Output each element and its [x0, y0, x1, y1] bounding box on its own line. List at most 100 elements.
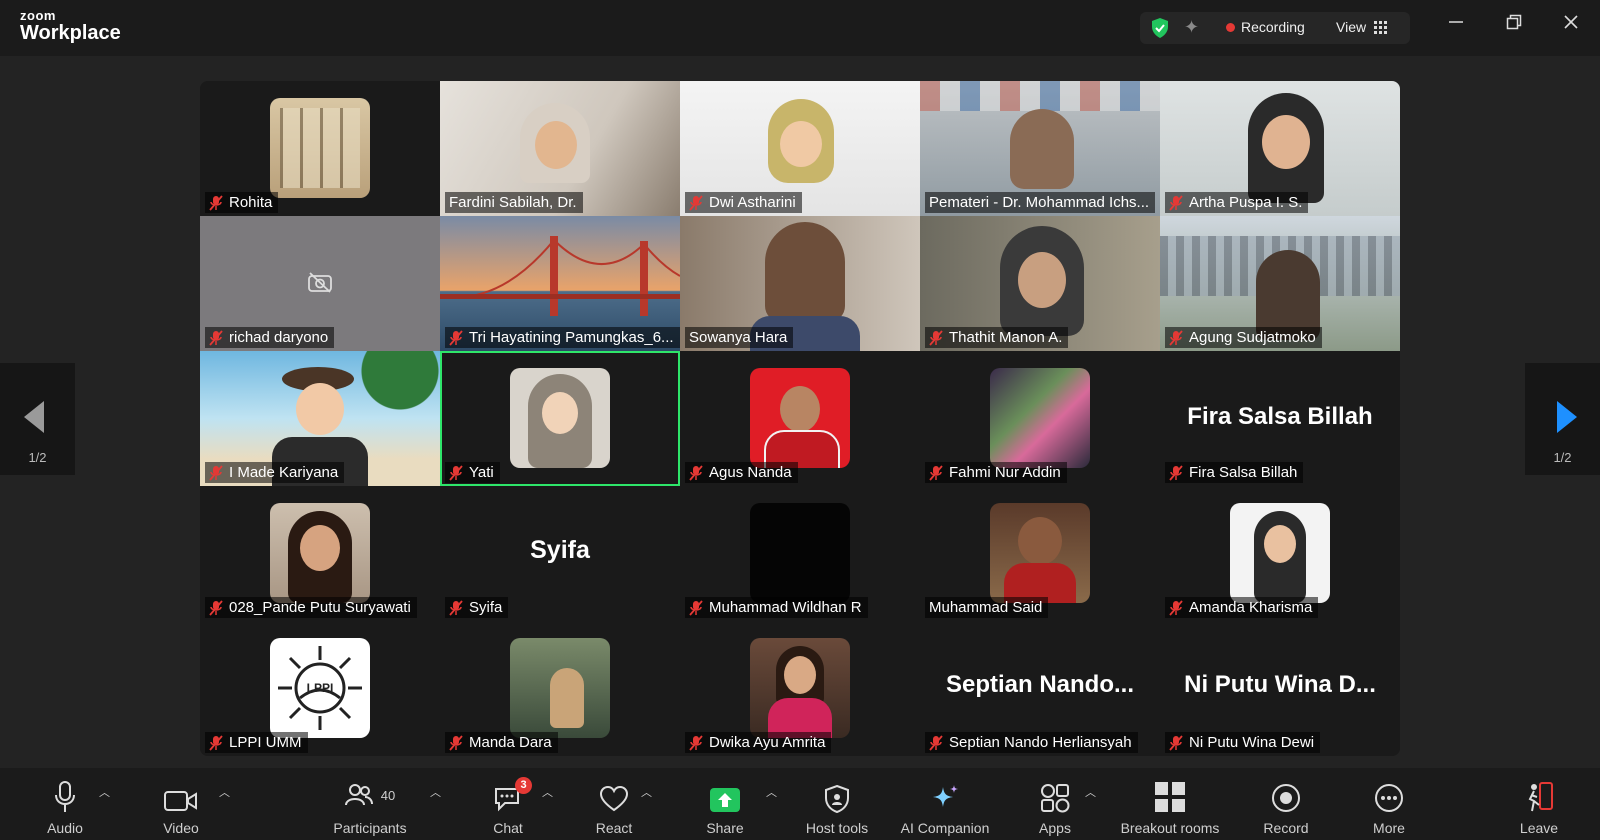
close-icon[interactable] — [1563, 14, 1579, 35]
recording-dot-icon — [1226, 22, 1235, 32]
participant-display-name: Ni Putu Wina D... — [1184, 671, 1376, 698]
apps-options-chevron-up-icon[interactable]: ︿ — [1085, 784, 1096, 800]
mic-muted-icon — [1169, 464, 1183, 481]
arrow-left-icon — [24, 401, 44, 433]
react-label: React — [595, 820, 633, 836]
participant-tile[interactable]: Tri Hayatining Pamungkas_6... — [440, 216, 680, 351]
video-camera-icon — [164, 791, 197, 811]
zoom-logo: zoom Workplace — [20, 9, 121, 43]
ai-companion-sparkle-icon — [933, 785, 958, 807]
apps-button[interactable]: Apps — [1024, 768, 1086, 840]
participant-tile[interactable]: Agus Nanda — [680, 351, 920, 486]
participant-avatar: LPPI — [270, 638, 370, 738]
mic-muted-icon — [449, 599, 463, 616]
participant-name-tag: Syifa — [445, 597, 509, 618]
record-button[interactable]: Record — [1255, 768, 1317, 840]
participant-name-tag: Dwi Astharini — [685, 192, 802, 213]
participant-name: Artha Puspa I. S. — [1189, 194, 1303, 211]
participant-tile[interactable]: Fardini Sabilah, Dr. — [440, 81, 680, 216]
mic-muted-icon — [449, 329, 463, 346]
audio-options-chevron-up-icon[interactable]: ︿ — [99, 784, 110, 800]
participant-name: Agus Nanda — [709, 464, 792, 481]
more-button[interactable]: More — [1358, 768, 1420, 840]
participant-tile[interactable]: LPPI LPPI UMM — [200, 621, 440, 756]
participant-tile[interactable]: I Made Kariyana — [200, 351, 440, 486]
restore-icon[interactable] — [1506, 14, 1522, 35]
participant-name: Thathit Manon A. — [949, 329, 1063, 346]
participant-tile[interactable]: Manda Dara — [440, 621, 680, 756]
leave-door-icon — [1528, 782, 1553, 812]
leave-meeting-button[interactable]: Leave — [1508, 768, 1570, 840]
view-button[interactable]: View — [1336, 19, 1388, 35]
participant-tile[interactable]: Muhammad Said — [920, 486, 1160, 621]
participant-tile[interactable]: Dwi Astharini — [680, 81, 920, 216]
minimize-icon[interactable] — [1448, 14, 1464, 35]
participant-tile[interactable]: Syifa Syifa — [440, 486, 680, 621]
participant-avatar — [270, 98, 370, 198]
ai-companion-button[interactable]: AI Companion — [893, 768, 997, 840]
participant-tile[interactable]: Pemateri - Dr. Mohammad Ichs... — [920, 81, 1160, 216]
participant-tile[interactable]: Amanda Kharisma — [1160, 486, 1400, 621]
participant-tile[interactable]: Sowanya Hara — [680, 216, 920, 351]
participant-tile-active-speaker[interactable]: Yati — [440, 351, 680, 486]
participant-tile[interactable]: Septian Nando... Septian Nando Herliansy… — [920, 621, 1160, 756]
participants-icon — [344, 784, 373, 806]
mic-muted-icon — [1169, 734, 1183, 751]
participant-name: Fardini Sabilah, Dr. — [449, 194, 577, 211]
host-tools-button[interactable]: Host tools — [796, 768, 878, 840]
participant-tile[interactable]: Rohita — [200, 81, 440, 216]
more-ellipsis-icon — [1375, 784, 1403, 812]
participant-tile[interactable]: Fahmi Nur Addin — [920, 351, 1160, 486]
audio-button[interactable]: Audio — [34, 768, 96, 840]
participant-name: Dwika Ayu Amrita — [709, 734, 826, 751]
video-options-chevron-up-icon[interactable]: ︿ — [219, 784, 230, 800]
recording-label: Recording — [1241, 19, 1305, 35]
chat-button[interactable]: 3 Chat — [477, 768, 539, 840]
participant-name-tag: Manda Dara — [445, 732, 558, 753]
participants-count: 40 — [380, 787, 396, 803]
participant-name: Septian Nando Herliansyah — [949, 734, 1132, 751]
participant-tile[interactable]: Dwika Ayu Amrita — [680, 621, 920, 756]
share-label: Share — [706, 820, 744, 836]
apps-grid-icon — [1041, 784, 1070, 813]
leave-label: Leave — [1519, 820, 1559, 836]
participants-button[interactable]: 40 Participants — [326, 768, 414, 840]
participant-tile[interactable]: Ni Putu Wina D... Ni Putu Wina Dewi — [1160, 621, 1400, 756]
participant-avatar — [750, 638, 850, 738]
arrow-right-icon — [1557, 401, 1577, 433]
mic-muted-icon — [209, 734, 223, 751]
participant-name: Fahmi Nur Addin — [949, 464, 1061, 481]
mic-muted-icon — [1169, 329, 1183, 346]
participant-avatar — [990, 503, 1090, 603]
participant-name-tag: Amanda Kharisma — [1165, 597, 1319, 618]
participant-name: Ni Putu Wina Dewi — [1189, 734, 1315, 751]
participant-name: I Made Kariyana — [229, 464, 339, 481]
previous-page-button[interactable]: 1/2 — [0, 363, 75, 475]
share-screen-icon — [710, 788, 740, 812]
participants-options-chevron-up-icon[interactable]: ︿ — [430, 784, 441, 800]
participant-tile[interactable]: Fira Salsa Billah Fira Salsa Billah — [1160, 351, 1400, 486]
chat-options-chevron-up-icon[interactable]: ︿ — [542, 784, 553, 800]
recording-indicator[interactable]: Recording — [1226, 19, 1305, 35]
security-shield-icon[interactable] — [1150, 17, 1170, 44]
participant-name-tag: Fardini Sabilah, Dr. — [445, 192, 583, 213]
title-bar: zoom Workplace ✦ Recording View — [0, 0, 1600, 56]
participant-tile[interactable]: richad daryono — [200, 216, 440, 351]
participant-tile[interactable]: 028_Pande Putu Suryawati — [200, 486, 440, 621]
share-screen-button[interactable]: Share — [694, 768, 756, 840]
participant-tile[interactable]: Muhammad Wildhan R — [680, 486, 920, 621]
participant-tile[interactable]: Thathit Manon A. — [920, 216, 1160, 351]
participant-name: Agung Sudjatmoko — [1189, 329, 1316, 346]
react-options-chevron-up-icon[interactable]: ︿ — [641, 784, 652, 800]
share-options-chevron-up-icon[interactable]: ︿ — [766, 784, 777, 800]
participant-tile[interactable]: Artha Puspa I. S. — [1160, 81, 1400, 216]
participant-tile[interactable]: Agung Sudjatmoko — [1160, 216, 1400, 351]
breakout-rooms-button[interactable]: Breakout rooms — [1112, 768, 1228, 840]
microphone-icon — [55, 781, 75, 812]
next-page-button[interactable]: 1/2 — [1525, 363, 1600, 475]
ai-sparkle-icon[interactable]: ✦ — [1184, 17, 1199, 38]
participant-name-tag: 028_Pande Putu Suryawati — [205, 597, 417, 618]
react-button[interactable]: React — [583, 768, 645, 840]
video-button[interactable]: Video — [150, 768, 212, 840]
participant-name-tag: LPPI UMM — [205, 732, 308, 753]
